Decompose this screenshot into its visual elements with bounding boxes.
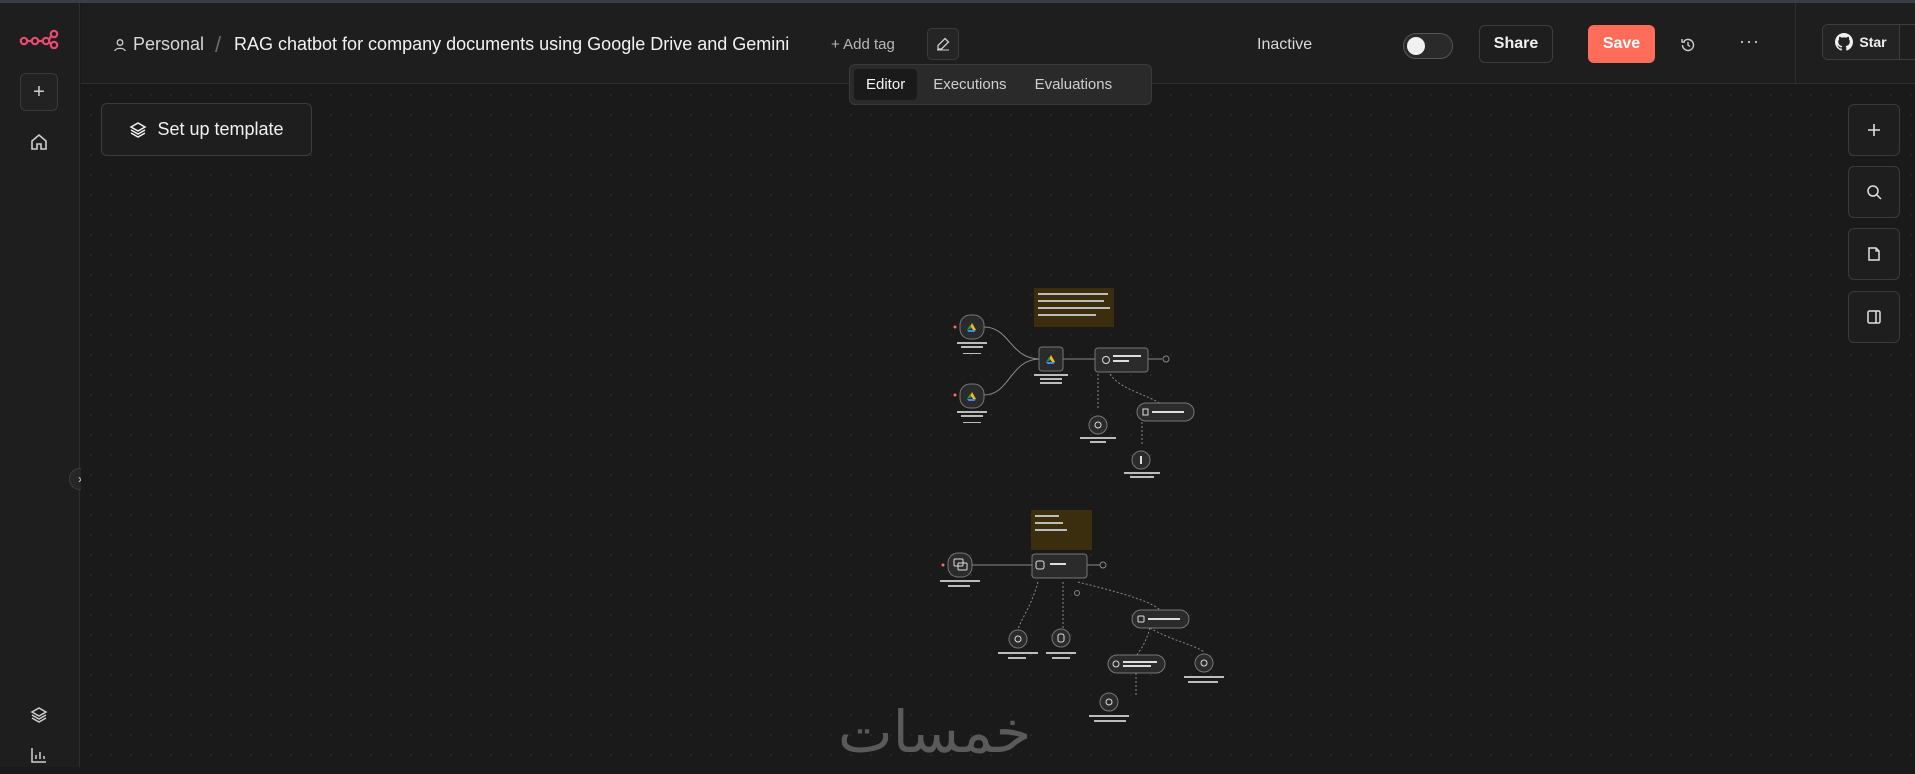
workflow-node[interactable] <box>1051 628 1071 648</box>
workflow-node[interactable] <box>1094 347 1149 373</box>
workflow-node[interactable] <box>1131 609 1190 629</box>
workflow-node[interactable] <box>1099 692 1119 712</box>
workflow-node[interactable] <box>959 383 985 409</box>
watermark: خمسات <box>838 698 1033 766</box>
workflow-node[interactable] <box>1107 654 1166 674</box>
workflow-node[interactable] <box>1038 346 1064 372</box>
workflow-node[interactable] <box>1136 402 1195 422</box>
workflow-node[interactable] <box>947 552 973 578</box>
workflow-node[interactable] <box>1031 553 1088 579</box>
workflow-node[interactable] <box>1008 629 1028 649</box>
workflow-node[interactable] <box>1088 415 1108 435</box>
workflow-node[interactable] <box>1194 653 1214 673</box>
workflow-node[interactable] <box>959 314 985 340</box>
workflow-node[interactable] <box>1131 450 1151 470</box>
workflow-diagram <box>940 288 1224 722</box>
